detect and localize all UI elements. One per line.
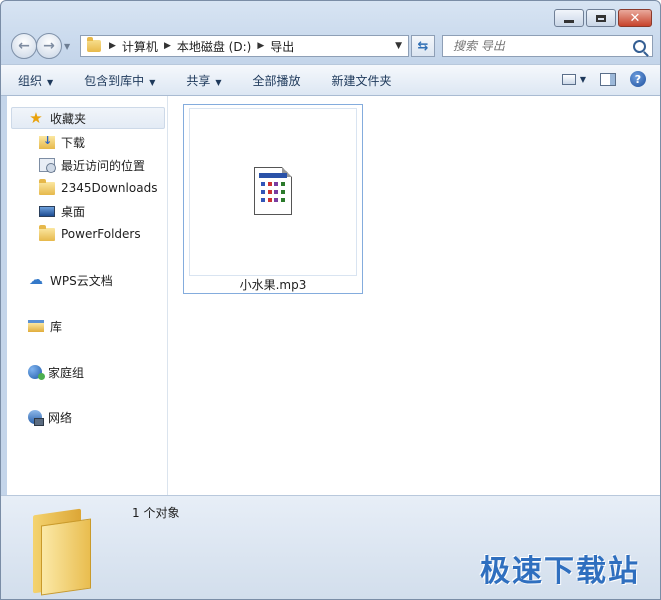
refresh-icon: ⇆ <box>417 38 429 54</box>
arrow-left-icon: ← <box>18 38 30 54</box>
sidebar-item-label: 最近访问的位置 <box>61 158 146 173</box>
history-navigation: ← → ▼ <box>11 33 70 59</box>
close-button[interactable]: ✕ <box>618 9 652 27</box>
file-list[interactable]: 小水果.mp3 <box>168 96 660 495</box>
sidebar-item-2345downloads[interactable]: 2345Downloads <box>39 177 157 199</box>
file-name: 小水果.mp3 <box>239 278 307 292</box>
share-label: 共享 <box>186 73 211 88</box>
back-button[interactable]: ← <box>11 33 37 59</box>
sidebar-item-recent-places[interactable]: 最近访问的位置 <box>39 154 145 176</box>
minimize-icon <box>564 19 574 23</box>
sidebar-item-favorites[interactable]: ★ 收藏夹 <box>11 107 165 129</box>
sidebar-item-label: 收藏夹 <box>50 111 87 126</box>
folder-icon <box>87 37 101 52</box>
desktop-icon <box>39 205 55 217</box>
sidebar-item-label: 家庭组 <box>48 365 85 380</box>
preview-pane-icon[interactable] <box>600 72 616 86</box>
cloud-icon: ☁ <box>29 272 43 288</box>
breadcrumb-local-disk[interactable]: 本地磁盘 (D:) <box>177 38 251 55</box>
close-icon: ✕ <box>629 10 641 26</box>
sidebar-item-powerfolders[interactable]: PowerFolders <box>39 223 141 245</box>
include-in-library-label: 包含到库中 <box>84 73 145 88</box>
recent-pages-dropdown[interactable]: ▼ <box>64 42 70 51</box>
search-input[interactable] <box>451 38 625 54</box>
sidebar-item-label: 库 <box>50 319 63 334</box>
explorer-window: ✕ ← → ▼ ▶ 计算机 ▶ 本地磁盘 (D:) ▶ 导出 ▼ ⇆ 组织 ▼ 包… <box>0 0 661 600</box>
view-controls: ▼ ? <box>561 71 646 87</box>
change-view-icon[interactable] <box>561 73 576 85</box>
sidebar-item-network[interactable]: 网络 <box>28 406 72 428</box>
sidebar-item-libraries[interactable]: 库 <box>28 315 62 337</box>
sidebar-item-label: WPS云文档 <box>50 273 113 288</box>
view-dropdown-icon[interactable]: ▼ <box>580 75 586 84</box>
maximize-button[interactable] <box>586 9 616 27</box>
organize-label: 组织 <box>18 73 43 88</box>
minimize-button[interactable] <box>554 9 584 27</box>
sidebar-item-label: 2345Downloads <box>61 181 158 195</box>
organize-button[interactable]: 组织 ▼ <box>1 72 67 89</box>
file-tile[interactable]: 小水果.mp3 <box>183 104 363 294</box>
breadcrumb-computer[interactable]: 计算机 <box>122 38 158 55</box>
address-dropdown-icon[interactable]: ▼ <box>395 41 402 51</box>
command-bar: 组织 ▼ 包含到库中 ▼ 共享 ▼ 全部播放 新建文件夹 ▼ ? <box>1 64 660 96</box>
address-bar[interactable]: ▶ 计算机 ▶ 本地磁盘 (D:) ▶ 导出 ▼ <box>80 35 409 57</box>
chevron-right-icon[interactable]: ▶ <box>164 41 171 51</box>
navigation-pane: ★ 收藏夹 下载 最近访问的位置 2345Downloads 桌面 PowerF… <box>7 96 168 495</box>
sidebar-item-label: 下载 <box>61 135 86 150</box>
maximize-icon <box>596 14 606 22</box>
downloads-folder-icon <box>39 134 55 149</box>
include-in-library-button[interactable]: 包含到库中 ▼ <box>67 72 169 89</box>
dropdown-arrow-icon: ▼ <box>47 77 54 87</box>
search-icon[interactable] <box>633 39 646 53</box>
generic-document-icon <box>254 167 292 215</box>
share-button[interactable]: 共享 ▼ <box>169 72 235 89</box>
folder-icon <box>39 224 55 241</box>
homegroup-icon <box>28 365 45 380</box>
breadcrumb-export[interactable]: 导出 <box>270 38 294 55</box>
star-icon: ★ <box>29 109 43 127</box>
help-icon[interactable]: ? <box>630 71 646 87</box>
play-all-button[interactable]: 全部播放 <box>236 72 315 89</box>
sidebar-item-desktop[interactable]: 桌面 <box>39 200 85 222</box>
new-folder-button[interactable]: 新建文件夹 <box>315 72 406 89</box>
sidebar-item-downloads[interactable]: 下载 <box>39 131 85 153</box>
folder-icon <box>33 506 93 596</box>
sidebar-item-wps-cloud[interactable]: ☁ WPS云文档 <box>28 269 113 291</box>
arrow-right-icon: → <box>43 38 55 54</box>
item-count: 1 个对象 <box>132 506 180 520</box>
file-thumbnail <box>189 108 357 276</box>
sidebar-item-label: 桌面 <box>61 204 86 219</box>
watermark-logo: 极速下载站 <box>480 554 640 589</box>
network-icon <box>28 410 44 426</box>
library-icon <box>28 320 44 332</box>
refresh-button[interactable]: ⇆ <box>411 35 435 57</box>
dropdown-arrow-icon: ▼ <box>215 77 222 87</box>
sidebar-item-label: PowerFolders <box>61 227 141 241</box>
search-box[interactable] <box>442 35 653 57</box>
sidebar-item-homegroup[interactable]: 家庭组 <box>28 361 84 383</box>
sidebar-item-label: 网络 <box>48 410 73 425</box>
play-all-label: 全部播放 <box>252 73 301 88</box>
chevron-right-icon[interactable]: ▶ <box>109 41 116 51</box>
dropdown-arrow-icon: ▼ <box>149 77 156 87</box>
caption-buttons: ✕ <box>554 9 652 27</box>
recent-places-icon <box>39 158 56 173</box>
new-folder-label: 新建文件夹 <box>331 73 392 88</box>
chevron-right-icon[interactable]: ▶ <box>257 41 264 51</box>
details-pane: 1 个对象 极速下载站 <box>1 495 660 599</box>
forward-button[interactable]: → <box>36 33 62 59</box>
folder-icon <box>39 178 55 195</box>
